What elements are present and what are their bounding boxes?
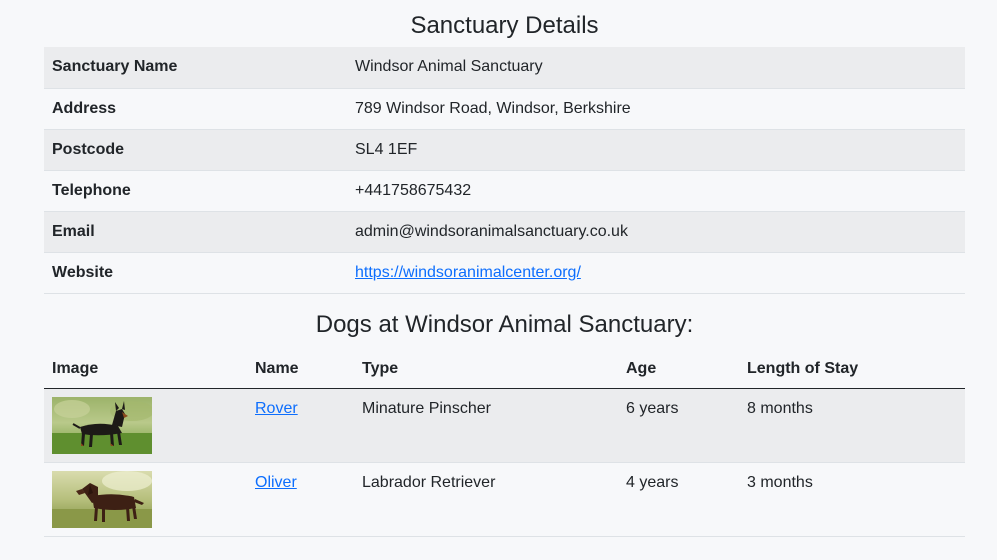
dog-photo-labrador-retriever [52,471,152,528]
dogs-table: Image Name Type Age Length of Stay Rover… [44,349,965,537]
page-title: Sanctuary Details [410,12,599,39]
detail-label: Email [44,211,347,253]
dog-length-of-stay: 3 months [739,462,965,537]
dog-age: 6 years [618,388,739,463]
table-row: Website https://windsoranimalcenter.org/ [44,252,965,294]
table-row: Telephone +441758675432 [44,170,965,212]
table-row: Sanctuary Name Windsor Animal Sanctuary [44,47,965,89]
detail-label: Postcode [44,129,347,171]
detail-value: Windsor Animal Sanctuary [347,47,965,89]
table-header-row: Image Name Type Age Length of Stay [44,349,965,389]
detail-value: https://windsoranimalcenter.org/ [347,252,965,294]
dog-photo-miniature-pinscher [52,397,152,454]
column-header-age: Age [618,349,739,389]
dog-type: Labrador Retriever [354,462,618,537]
column-header-image: Image [44,349,247,389]
column-header-length-of-stay: Length of Stay [739,349,965,389]
dog-image-cell [44,462,247,537]
sanctuary-details-table: Sanctuary Name Windsor Animal Sanctuary … [44,47,965,294]
table-row: Postcode SL4 1EF [44,129,965,171]
table-row: Email admin@windsoranimalsanctuary.co.uk [44,211,965,253]
dog-type: Minature Pinscher [354,388,618,463]
column-header-name: Name [247,349,354,389]
detail-label: Address [44,88,347,130]
detail-value: SL4 1EF [347,129,965,171]
dogs-heading: Dogs at Windsor Animal Sanctuary: [315,310,694,338]
dog-name-link[interactable]: Rover [255,400,298,417]
website-link[interactable]: https://windsoranimalcenter.org/ [355,264,581,281]
dog-name-cell: Oliver [247,462,354,537]
dog-age: 4 years [618,462,739,537]
table-row: Oliver Labrador Retriever 4 years 3 mont… [44,462,965,537]
detail-label: Sanctuary Name [44,47,347,89]
column-header-type: Type [354,349,618,389]
detail-label: Telephone [44,170,347,212]
table-row: Address 789 Windsor Road, Windsor, Berks… [44,88,965,130]
detail-value: +441758675432 [347,170,965,212]
dog-image-cell [44,388,247,463]
detail-value: admin@windsoranimalsanctuary.co.uk [347,211,965,253]
table-row: Rover Minature Pinscher 6 years 8 months [44,388,965,463]
dog-name-link[interactable]: Oliver [255,474,297,491]
detail-label: Website [44,252,347,294]
detail-value: 789 Windsor Road, Windsor, Berkshire [347,88,965,130]
dog-name-cell: Rover [247,388,354,463]
page-container: Sanctuary Details Sanctuary Name Windsor… [44,0,965,537]
dog-length-of-stay: 8 months [739,388,965,463]
